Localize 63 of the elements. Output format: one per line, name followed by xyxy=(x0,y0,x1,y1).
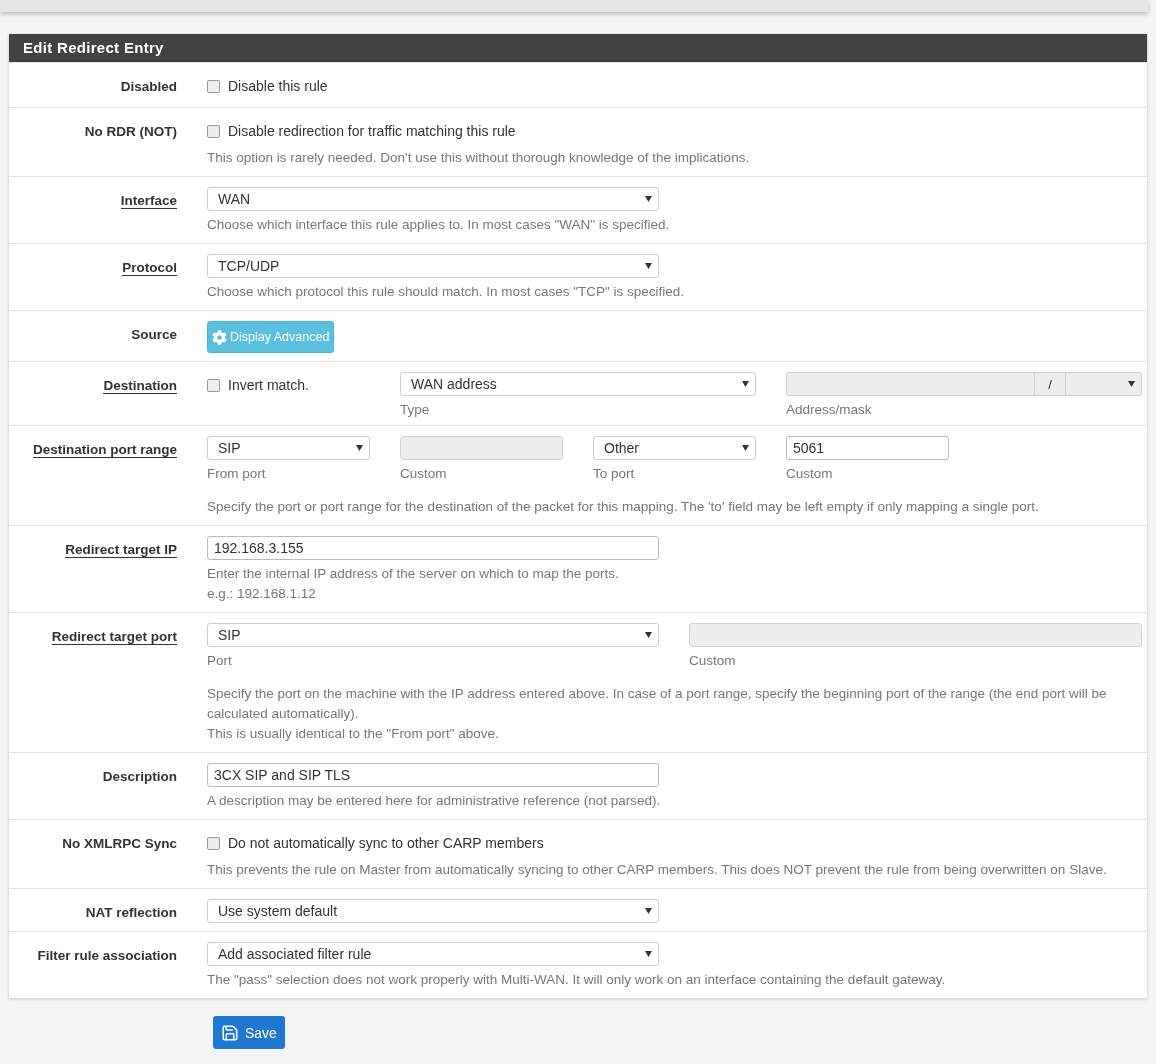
checkbox-label: Invert match. xyxy=(228,377,309,393)
select-field[interactable]: TCP/UDP xyxy=(207,254,659,278)
field-label: No XMLRPC Sync xyxy=(62,835,177,851)
field-caption: From port xyxy=(207,466,267,481)
input-field[interactable]: 192.168.3.155 xyxy=(207,536,659,560)
field-label-link[interactable]: Protocol xyxy=(122,254,177,276)
caret-icon xyxy=(356,445,363,451)
input-field[interactable]: 5061 xyxy=(786,436,949,460)
field-label-link[interactable]: Destination xyxy=(103,372,177,394)
checkbox[interactable] xyxy=(207,124,220,138)
caret-icon xyxy=(1128,381,1135,387)
field-label: Description xyxy=(102,768,177,784)
select-field[interactable]: Use system default xyxy=(207,899,659,923)
select-field[interactable]: WAN address xyxy=(400,372,756,396)
input-field[interactable]: 3CX SIP and SIP TLS xyxy=(207,763,659,787)
save-button[interactable]: Save xyxy=(213,1016,285,1049)
checkbox-label: Disable this rule xyxy=(228,78,328,94)
help-text: Specify the port on the machine with the IP address entered above. In case of a port range, specify the beginning port of the range (the end port will be calculated automatically). This is usually identical to the "From port" above. xyxy=(207,685,1108,743)
select-field[interactable]: SIP xyxy=(207,436,370,460)
field-label-link[interactable]: Redirect target IP xyxy=(65,536,177,558)
caret-icon xyxy=(645,951,652,957)
help-text: Choose which interface this rule applies to. In most cases "WAN" is specified. xyxy=(207,216,671,234)
field-caption: To port xyxy=(593,466,636,481)
field-caption: Custom xyxy=(400,466,448,481)
checkbox[interactable] xyxy=(207,79,220,93)
field-caption: Type xyxy=(400,402,431,417)
gear-icon xyxy=(212,329,227,345)
field-caption: Custom xyxy=(786,466,834,481)
field-label: Filter rule association xyxy=(37,947,177,963)
help-text: Enter the internal IP address of the server on which to map the ports. e.g.: 192.168.1.12 xyxy=(207,565,620,603)
field-label: Disabled xyxy=(120,78,177,94)
help-text: The "pass" selection does not work properly with Multi-WAN. It will only work on an interface containing the default gateway. xyxy=(207,971,947,989)
caret-icon xyxy=(645,632,652,638)
checkbox[interactable] xyxy=(207,836,220,850)
select-field[interactable]: Add associated filter rule xyxy=(207,942,659,966)
select-field[interactable]: Other xyxy=(593,436,756,460)
field-label: Source xyxy=(131,326,177,342)
caret-icon xyxy=(645,263,652,269)
caret-icon xyxy=(742,381,749,387)
caret-icon xyxy=(645,908,652,914)
field-label: No RDR (NOT) xyxy=(84,123,177,139)
save-icon xyxy=(221,1023,239,1042)
select-field[interactable]: WAN xyxy=(207,187,659,211)
checkbox-label: Do not automatically sync to other CARP members xyxy=(228,835,544,851)
field-label-link[interactable]: Interface xyxy=(120,187,177,209)
field-caption: Port xyxy=(207,653,233,668)
field-label-link[interactable]: Destination port range xyxy=(33,436,177,458)
help-text: This option is rarely needed. Don't use this without thorough knowledge of the implications. xyxy=(207,149,751,167)
mask-separator: / xyxy=(1034,373,1066,395)
field-caption: Address/mask xyxy=(786,402,873,417)
checkbox[interactable] xyxy=(207,378,220,392)
select-field[interactable]: SIP xyxy=(207,623,659,647)
help-text: A description may be entered here for administrative reference (not parsed). xyxy=(207,792,662,810)
caret-icon xyxy=(645,196,652,202)
help-text: Choose which protocol this rule should match. In most cases "TCP" is specified. xyxy=(207,283,686,301)
field-label: NAT reflection xyxy=(85,904,177,920)
help-text: Specify the port or port range for the destination of the packet for this mapping. The 'to' field may be left empty if only mapping a single port. xyxy=(207,498,1040,516)
help-text: This prevents the rule on Master from automatically syncing to other CARP members. This does NOT prevent the rule from being overwritten on Slave. xyxy=(207,861,1108,879)
caret-icon xyxy=(742,445,749,451)
panel-title: Edit Redirect Entry xyxy=(9,34,1147,62)
field-label-link[interactable]: Redirect target port xyxy=(51,623,177,645)
field-caption: Custom xyxy=(689,653,737,668)
checkbox-label: Disable redirection for traffic matching this rule xyxy=(228,123,516,139)
